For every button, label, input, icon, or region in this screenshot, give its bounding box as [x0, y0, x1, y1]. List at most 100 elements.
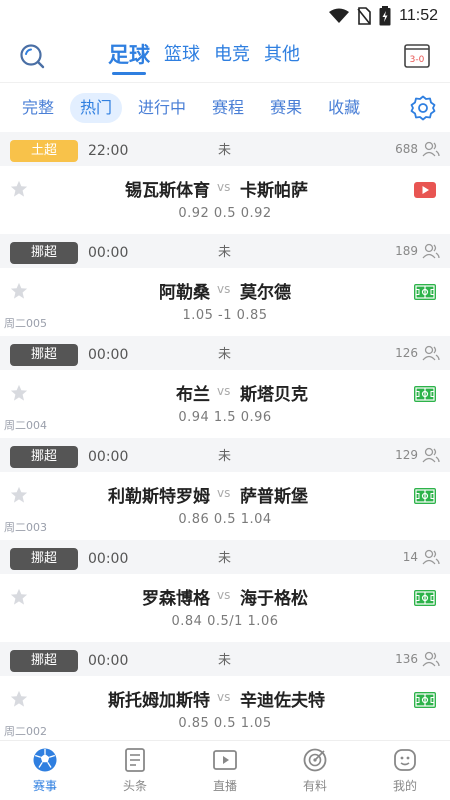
home-team: 锡瓦斯体育	[125, 181, 210, 201]
profile-icon	[394, 749, 416, 771]
vs-label: vs	[217, 690, 231, 704]
vs-label: vs	[217, 384, 231, 398]
search-icon[interactable]	[18, 42, 46, 70]
battery-icon	[379, 6, 391, 26]
view-count: 126	[395, 346, 418, 360]
clock: 11:52	[399, 7, 438, 24]
no-sim-icon	[357, 7, 371, 25]
match-status: 未	[218, 347, 232, 362]
nav-headlines[interactable]: 头条	[90, 741, 180, 800]
match-row[interactable]: 周二002 斯托姆加斯特 vs 辛迪佐夫特 0.85 0.5 1.05	[0, 676, 450, 740]
scoreboard-text: 3-0	[410, 55, 425, 65]
match-header: 挪超 00:00 未 129	[0, 438, 450, 472]
star-icon[interactable]	[10, 384, 28, 402]
nav-profile[interactable]: 我的	[360, 741, 450, 800]
match-row[interactable]: 罗森博格 vs 海于格松 0.84 0.5/1 1.06	[0, 574, 450, 642]
match-header: 挪超 00:00 未 126	[0, 336, 450, 370]
odds: 0.94 1.5 0.96	[178, 410, 272, 425]
league-badge[interactable]: 挪超	[10, 650, 78, 672]
star-icon[interactable]	[10, 282, 28, 300]
top-nav: 足球 篮球 电竞 其他 3-0	[0, 32, 450, 82]
tab-basketball[interactable]: 篮球	[164, 40, 200, 70]
nav-label: 赛事	[32, 779, 57, 793]
star-icon[interactable]	[10, 180, 28, 198]
nav-insights[interactable]: 有料	[270, 741, 360, 800]
star-icon[interactable]	[10, 588, 28, 606]
people-icon	[422, 141, 440, 157]
match-status: 未	[218, 245, 232, 260]
filter-live[interactable]: 进行中	[128, 93, 196, 123]
view-count: 14	[402, 550, 418, 564]
kickoff-time: 22:00	[88, 143, 129, 159]
view-count: 189	[395, 244, 418, 258]
nav-events[interactable]: 赛事	[0, 741, 90, 800]
people-icon	[422, 243, 440, 259]
pitch-icon[interactable]	[414, 488, 436, 504]
away-team: 萨普斯堡	[240, 487, 308, 507]
filter-favorites[interactable]: 收藏	[318, 93, 370, 123]
status-bar: 11:52	[0, 0, 450, 32]
kickoff-time: 00:00	[88, 245, 129, 261]
target-icon	[303, 748, 327, 772]
league-badge[interactable]: 挪超	[10, 344, 78, 366]
document-icon	[125, 748, 145, 772]
pitch-icon[interactable]	[414, 590, 436, 606]
match-row[interactable]: 周二004 布兰 vs 斯塔贝克 0.94 1.5 0.96	[0, 370, 450, 438]
people-icon	[422, 345, 440, 361]
pitch-icon[interactable]	[414, 284, 436, 300]
filter-schedule[interactable]: 赛程	[202, 93, 254, 123]
filter-results[interactable]: 赛果	[260, 93, 312, 123]
odds: 1.05 -1 0.85	[182, 308, 268, 323]
league-badge[interactable]: 挪超	[10, 242, 78, 264]
odds: 0.86 0.5 1.04	[178, 512, 272, 527]
match-row[interactable]: 周二003 利勒斯特罗姆 vs 萨普斯堡 0.86 0.5 1.04	[0, 472, 450, 540]
nav-label: 头条	[122, 779, 147, 793]
filter-complete[interactable]: 完整	[12, 93, 64, 123]
scoreboard-icon[interactable]: 3-0	[404, 44, 430, 68]
nav-label: 有料	[302, 779, 327, 793]
nav-label: 直播	[212, 779, 237, 793]
home-team: 利勒斯特罗姆	[108, 487, 210, 507]
home-team: 斯托姆加斯特	[108, 691, 210, 711]
match-header: 土超 22:00 未 688	[0, 132, 450, 166]
match-row[interactable]: 周二005 阿勒桑 vs 莫尔德 1.05 -1 0.85	[0, 268, 450, 336]
match-header: 挪超 00:00 未 189	[0, 234, 450, 268]
match-status: 未	[218, 143, 232, 158]
star-icon[interactable]	[10, 486, 28, 504]
league-badge[interactable]: 挪超	[10, 548, 78, 570]
star-icon[interactable]	[10, 690, 28, 708]
match-row[interactable]: 锡瓦斯体育 vs 卡斯帕萨 0.92 0.5 0.92	[0, 166, 450, 234]
league-badge[interactable]: 挪超	[10, 446, 78, 468]
view-count: 136	[395, 652, 418, 666]
filter-tabs: 完整 热门 进行中 赛程 赛果 收藏	[0, 82, 450, 132]
app-screen: 11:52 足球 篮球 电竞 其他 3-0 完整 热门 进行中 赛程 赛果 收藏…	[0, 0, 450, 800]
pitch-icon[interactable]	[414, 386, 436, 402]
kickoff-time: 00:00	[88, 449, 129, 465]
pitch-icon[interactable]	[414, 692, 436, 708]
nav-live[interactable]: 直播	[180, 741, 270, 800]
tab-esports[interactable]: 电竞	[214, 40, 250, 70]
league-badge[interactable]: 土超	[10, 140, 78, 162]
kickoff-time: 00:00	[88, 551, 129, 567]
odds: 0.92 0.5 0.92	[178, 206, 272, 221]
away-team: 斯塔贝克	[240, 385, 308, 405]
view-count: 129	[395, 448, 418, 462]
filter-hot[interactable]: 热门	[70, 92, 123, 123]
match-status: 未	[218, 449, 232, 464]
tab-football[interactable]: 足球	[108, 40, 150, 75]
people-icon	[422, 651, 440, 667]
match-header: 挪超 00:00 未 136	[0, 642, 450, 676]
people-icon	[422, 447, 440, 463]
away-team: 卡斯帕萨	[240, 181, 308, 201]
video-icon[interactable]	[414, 182, 436, 198]
bottom-nav: 赛事 头条 直播 有料 我的	[0, 740, 450, 800]
vs-label: vs	[217, 180, 231, 194]
soccer-ball-icon	[33, 748, 57, 772]
tab-other[interactable]: 其他	[264, 40, 300, 70]
kickoff-time: 00:00	[88, 347, 129, 363]
vs-label: vs	[217, 282, 231, 296]
play-icon	[213, 750, 237, 770]
settings-gear-icon[interactable]	[410, 95, 436, 121]
home-team: 罗森博格	[142, 589, 210, 609]
vs-label: vs	[217, 588, 231, 602]
